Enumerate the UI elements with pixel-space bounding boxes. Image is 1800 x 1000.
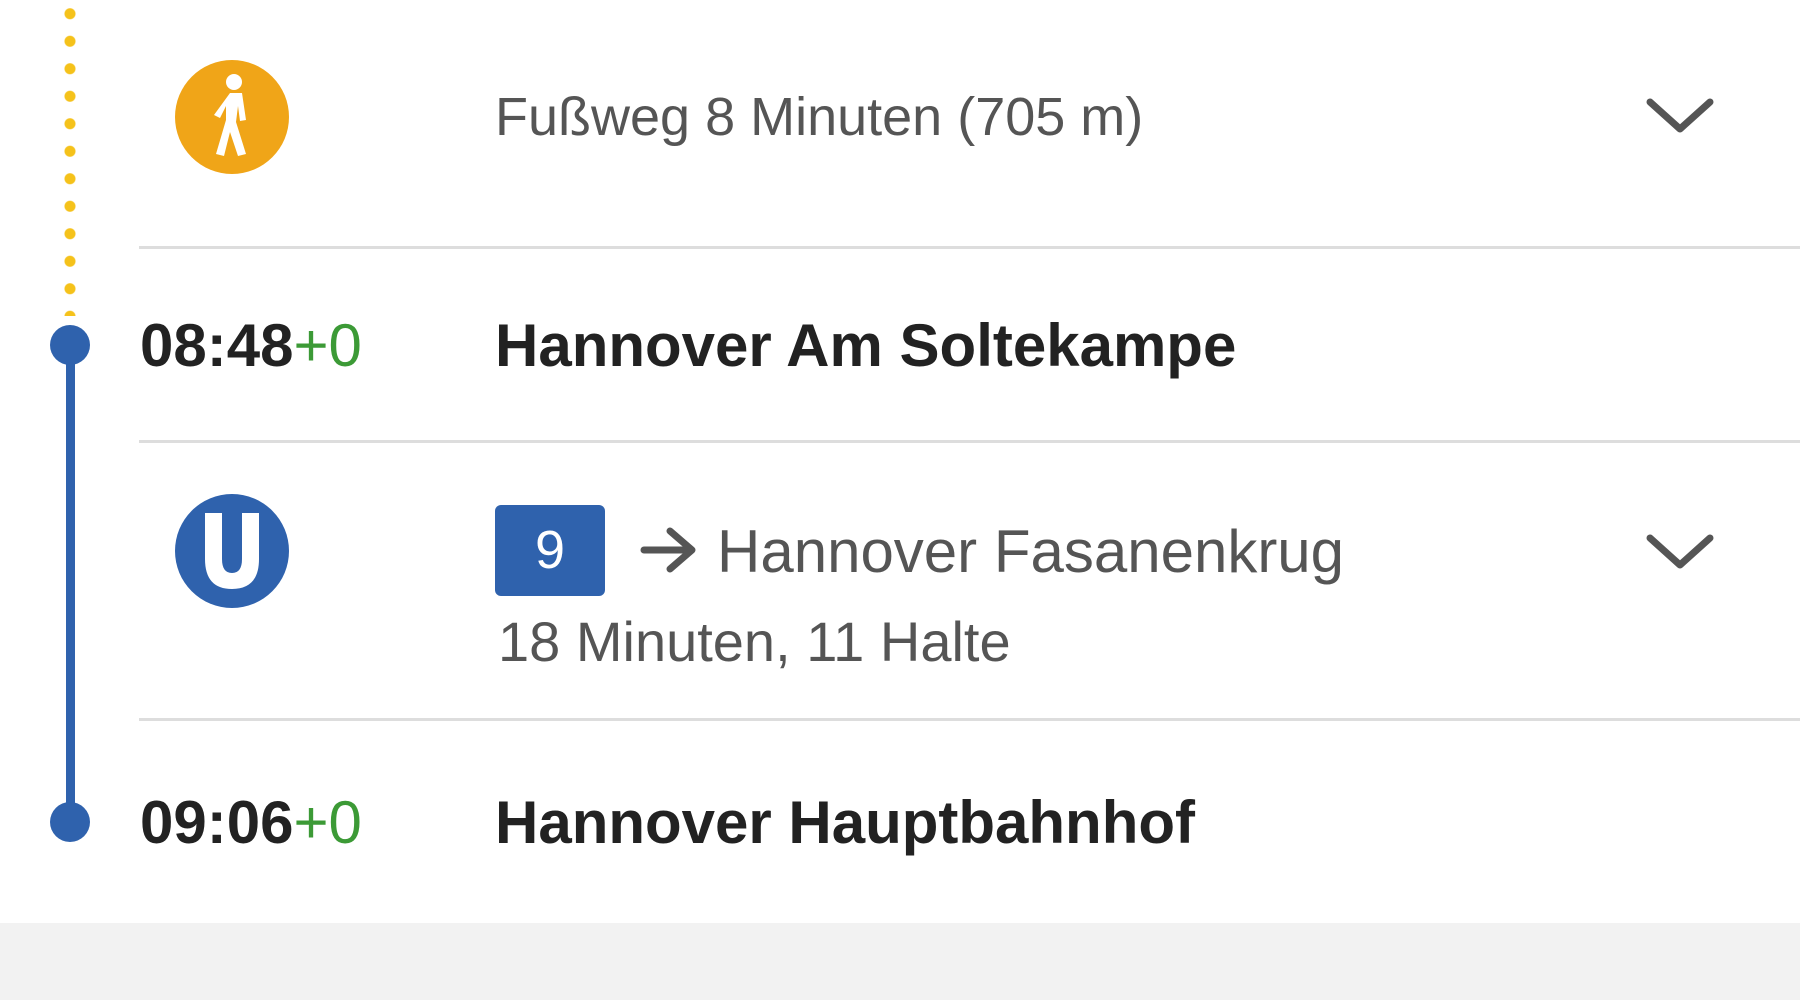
walk-path-dots [64,0,76,316]
walk-leg-summary: Fußweg 8 Minuten (705 m) [495,87,1144,147]
divider [139,440,1800,443]
departure-time: 08:48+0 [140,310,362,382]
ride-duration: 18 Minuten, 11 Halte [498,610,1011,673]
divider [139,718,1800,721]
footer-background [0,923,1800,1000]
u-bahn-icon [175,494,289,608]
time-value: 08:48 [140,312,294,379]
arrival-time: 09:06+0 [140,787,362,859]
delay-value: +0 [293,789,362,856]
timeline-stop-marker [50,802,90,842]
line-direction: Hannover Fasanenkrug [717,518,1345,585]
stop-name: Hannover Am Soltekampe [495,312,1237,379]
delay-value: +0 [293,312,362,379]
timeline-stop-marker [50,325,90,365]
expand-walk-leg-chevron-down-icon[interactable] [1645,96,1715,136]
arrow-right-icon [640,527,696,573]
line-number-badge: 9 [495,505,605,596]
divider [139,246,1800,249]
transit-path-line [66,345,75,822]
stop-name: Hannover Hauptbahnhof [495,789,1195,856]
time-value: 09:06 [140,789,294,856]
connection-details: Fußweg 8 Minuten (705 m) 08:48+0 Hannove… [0,0,1800,1000]
pedestrian-icon [175,60,289,174]
expand-transit-leg-chevron-down-icon[interactable] [1645,532,1715,572]
